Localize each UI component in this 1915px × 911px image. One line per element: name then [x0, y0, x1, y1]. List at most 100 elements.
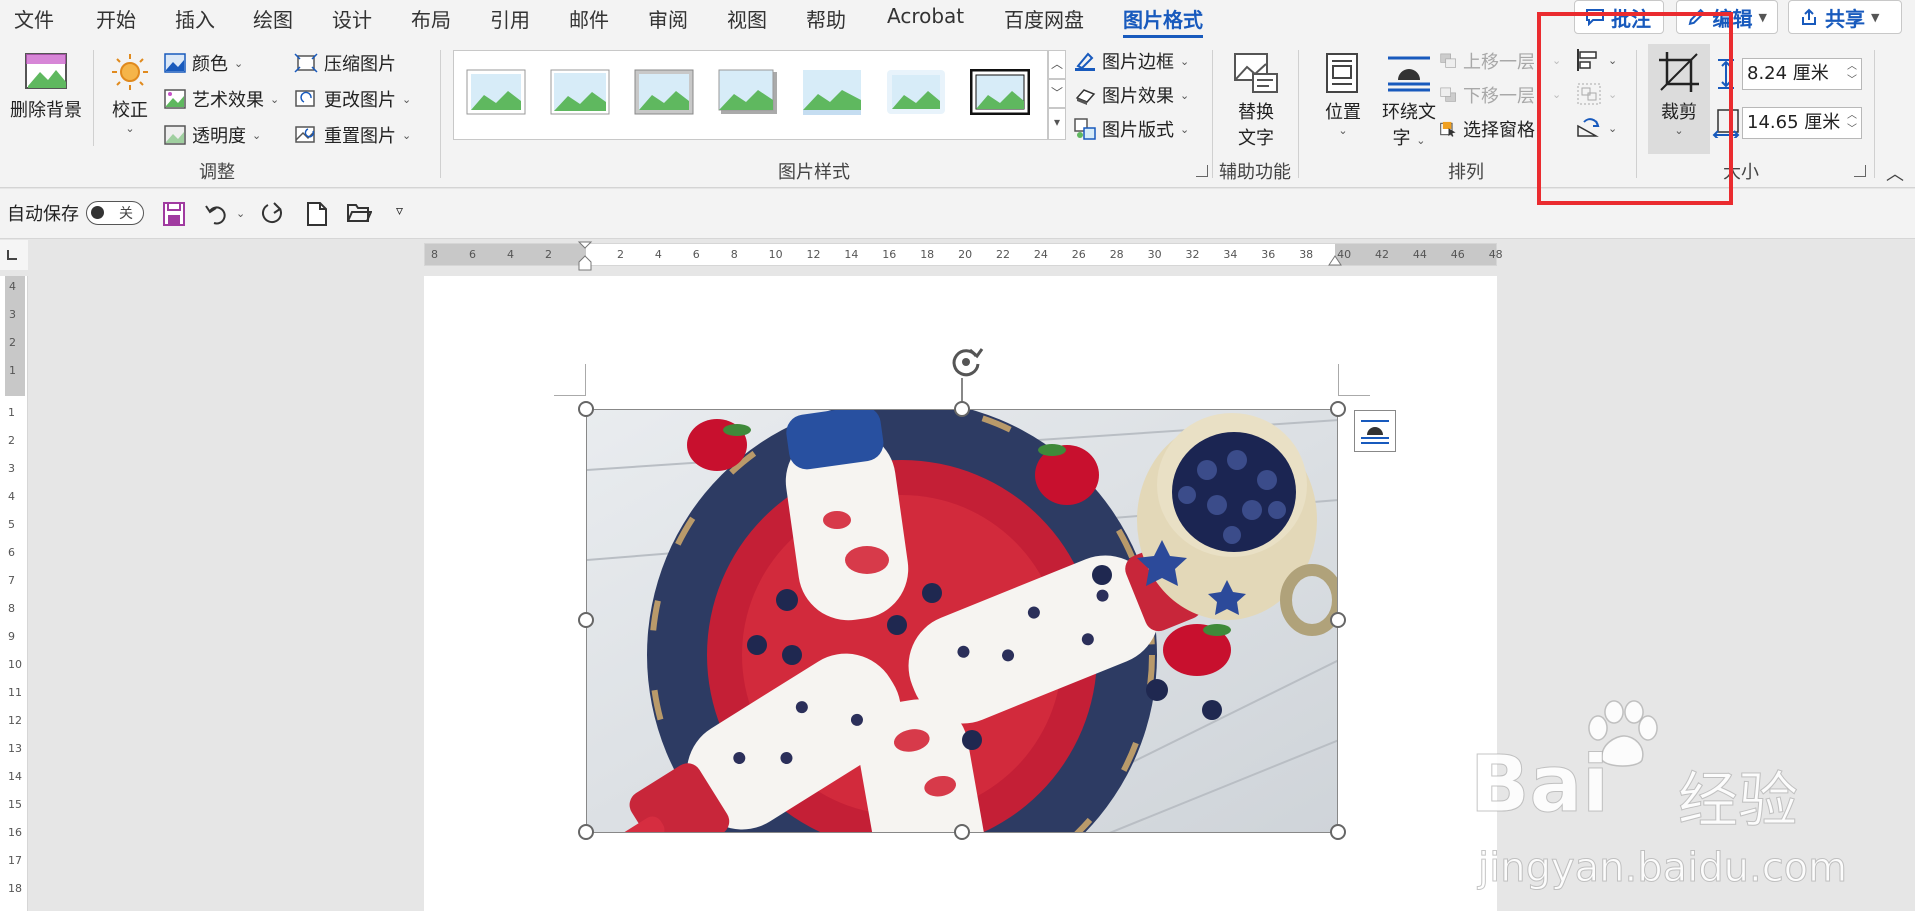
first-line-indent-marker[interactable] — [577, 240, 593, 272]
transparency-icon — [164, 125, 186, 145]
alt-text-button[interactable]: 替换 文字 — [1226, 52, 1286, 150]
group-objects-button[interactable]: ⌄ — [1576, 82, 1617, 106]
picture-style-2[interactable] — [550, 69, 610, 115]
new-document-icon[interactable] — [306, 201, 328, 227]
artistic-effects-button[interactable]: 艺术效果 ⌄ — [164, 86, 279, 112]
tab-insert[interactable]: 插入 — [175, 4, 215, 33]
chevron-down-icon[interactable]: ⌄ — [236, 207, 245, 220]
resize-handle-left[interactable] — [578, 612, 594, 628]
ruler-label: 2 — [9, 336, 16, 349]
resize-handle-top-right[interactable] — [1330, 401, 1346, 417]
resize-handle-bottom-left[interactable] — [578, 824, 594, 840]
right-indent-marker[interactable] — [1328, 254, 1342, 266]
height-spinner[interactable]: ︿ ﹀ — [1847, 60, 1857, 88]
crop-button[interactable]: 裁剪 ⌄ — [1648, 44, 1710, 154]
bring-forward-button[interactable]: 上移一层 — [1440, 48, 1535, 74]
share-button[interactable]: 共享 ▼ — [1788, 0, 1902, 34]
compress-pictures-button[interactable]: 压缩图片 — [294, 50, 396, 76]
align-button[interactable]: ⌄ — [1576, 48, 1617, 72]
tab-file[interactable]: 文件 — [14, 4, 54, 33]
chevron-down-icon: ⌄ — [125, 122, 135, 135]
picture-styles-launcher-icon[interactable] — [1196, 165, 1208, 177]
ruler-label: 24 — [1033, 248, 1048, 261]
tab-help[interactable]: 帮助 — [806, 4, 846, 33]
resize-handle-bottom[interactable] — [954, 824, 970, 840]
remove-background-icon — [25, 53, 67, 89]
open-folder-icon[interactable] — [346, 201, 372, 225]
reset-picture-button[interactable]: 重置图片 ⌄ — [294, 122, 411, 148]
ruler-label: 15 — [8, 798, 22, 811]
autosave-label: 自动保存 — [7, 204, 79, 225]
gallery-more-button[interactable]: ▾ — [1048, 108, 1066, 140]
chevron-down-icon: ⌄ — [1552, 54, 1562, 67]
selected-picture[interactable] — [586, 409, 1338, 833]
remove-background-button[interactable]: 删除背景 — [8, 52, 84, 122]
tab-view[interactable]: 视图 — [727, 4, 767, 33]
resize-handle-top[interactable] — [954, 401, 970, 417]
position-button[interactable]: 位置 ⌄ — [1316, 52, 1370, 137]
tab-design[interactable]: 设计 — [332, 4, 372, 33]
chevron-down-icon: ▼ — [1871, 10, 1880, 24]
ruler-label: 3 — [9, 308, 16, 321]
tab-acrobat[interactable]: Acrobat — [887, 4, 964, 28]
layout-options-button[interactable] — [1354, 410, 1396, 452]
customize-qat-icon[interactable]: ▿ — [396, 203, 403, 219]
undo-icon[interactable] — [204, 201, 230, 227]
chevron-down-icon: ⌄ — [1552, 88, 1562, 101]
tab-draw[interactable]: 绘图 — [253, 4, 293, 33]
comment-button[interactable]: 批注 — [1574, 0, 1664, 34]
ruler-corner-tab-selector[interactable] — [0, 240, 28, 270]
tab-layout[interactable]: 布局 — [411, 4, 451, 33]
picture-style-1[interactable] — [466, 69, 526, 115]
transparency-button[interactable]: 透明度 ⌄ — [164, 122, 261, 148]
size-launcher-icon[interactable] — [1854, 165, 1866, 177]
picture-style-5[interactable] — [802, 69, 862, 115]
resize-handle-bottom-right[interactable] — [1330, 824, 1346, 840]
width-spinner[interactable]: ︿ ﹀ — [1847, 109, 1857, 137]
separator — [1874, 50, 1875, 178]
send-backward-button[interactable]: 下移一层 — [1440, 82, 1535, 108]
tab-picture-format[interactable]: 图片格式 — [1123, 4, 1203, 38]
align-left-icon — [1577, 49, 1597, 71]
rotate-button[interactable]: ⌄ — [1576, 116, 1617, 140]
color-button[interactable]: 颜色 ⌄ — [164, 50, 243, 76]
rotate-handle-icon[interactable] — [946, 342, 986, 382]
bring-forward-label: 上移一层 — [1463, 52, 1535, 73]
picture-style-6[interactable] — [886, 69, 946, 115]
horizontal-ruler[interactable]: 8642 2 4 6 8 10 12 14 16 18 20 22 24 26 28 30 32 34 36 38 4… — [424, 241, 1503, 271]
tab-review[interactable]: 审阅 — [648, 4, 688, 33]
ruler-label: 38 — [1299, 248, 1314, 261]
gallery-scroll-up-button[interactable]: ︿ — [1048, 50, 1066, 79]
redo-icon[interactable] — [260, 201, 286, 227]
picture-effects-button[interactable]: 图片效果 ⌄ — [1074, 82, 1189, 108]
alt-text-label-line2: 文字 — [1238, 128, 1274, 149]
tab-baidu-netdisk[interactable]: 百度网盘 — [1004, 4, 1084, 33]
watermark-url: jingyan.baidu.com — [1477, 845, 1848, 892]
vertical-ruler[interactable]: 4 3 2 1 1 2 3 4 5 6 7 8 9 10 11 12 13 14 15 16 17 18 — [0, 276, 28, 911]
save-icon[interactable] — [162, 201, 186, 227]
picture-style-3[interactable] — [634, 69, 694, 115]
resize-handle-right[interactable] — [1330, 612, 1346, 628]
edit-button[interactable]: 编辑 ▼ — [1676, 0, 1778, 34]
picture-border-button[interactable]: 图片边框 ⌄ — [1074, 48, 1189, 74]
corrections-button[interactable]: 校正 ⌄ — [98, 52, 162, 135]
picture-style-7[interactable] — [970, 69, 1030, 115]
picture-layout-button[interactable]: 图片版式 ⌄ — [1074, 116, 1189, 142]
tab-references[interactable]: 引用 — [490, 4, 530, 33]
ruler-label: 42 — [1375, 248, 1389, 261]
rotate-icon — [1577, 118, 1600, 137]
ruler-label: 48 — [1488, 248, 1503, 261]
autosave-toggle[interactable]: 关 — [86, 201, 144, 225]
picture-style-4[interactable] — [718, 69, 778, 115]
ruler-label: 18 — [8, 882, 22, 895]
change-picture-button[interactable]: 更改图片 ⌄ — [294, 86, 411, 112]
resize-handle-top-left[interactable] — [578, 401, 594, 417]
wrap-text-button[interactable]: 环绕文 字 ⌄ — [1378, 52, 1440, 150]
width-input[interactable]: 14.65 厘米 ︿ ﹀ — [1742, 107, 1862, 139]
selection-pane-button[interactable]: 选择窗格 — [1440, 116, 1535, 142]
gallery-scroll-down-button[interactable]: ﹀ — [1048, 79, 1066, 108]
tab-mailings[interactable]: 邮件 — [569, 4, 609, 33]
collapse-ribbon-icon[interactable]: ︿ — [1886, 160, 1904, 186]
height-input[interactable]: 8.24 厘米 ︿ ﹀ — [1742, 58, 1862, 90]
tab-home[interactable]: 开始 — [96, 4, 136, 33]
